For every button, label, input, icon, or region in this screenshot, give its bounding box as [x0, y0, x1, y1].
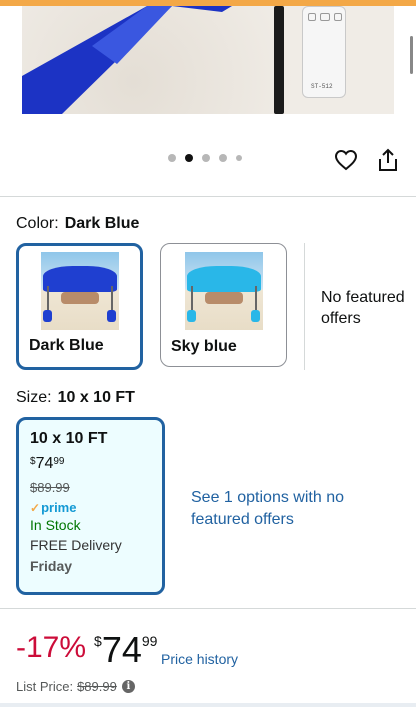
- stock-status: In Stock: [30, 517, 81, 533]
- canopy-pole: [274, 6, 284, 114]
- sandbag-shape: [107, 310, 116, 322]
- gallery-dot[interactable]: [168, 154, 176, 162]
- size-option-list-price: $89.99: [30, 480, 70, 495]
- size-selected-value: 10 x 10 FT: [57, 389, 135, 406]
- remote-button: [320, 13, 330, 21]
- remote-label: ST-512: [311, 83, 333, 90]
- color-option-label: Sky blue: [171, 338, 237, 355]
- color-option-label: Dark Blue: [29, 337, 104, 354]
- people-shape: [61, 292, 99, 304]
- canopy-shape: [43, 266, 117, 292]
- gallery-dot[interactable]: [236, 155, 242, 161]
- price-fraction: 99: [53, 456, 65, 467]
- sandbag-shape: [187, 310, 196, 322]
- price-whole: 74: [35, 455, 54, 472]
- sandbag-shape: [251, 310, 260, 322]
- color-option-sky-blue[interactable]: Sky blue: [160, 243, 287, 367]
- color-thumbnail: [185, 252, 263, 330]
- main-price: -17% $ 74 99: [16, 630, 157, 670]
- list-price-label: List Price:: [16, 679, 74, 694]
- prime-check-icon: ✓: [30, 500, 41, 515]
- color-option-dark-blue[interactable]: Dark Blue: [16, 243, 143, 370]
- gallery-dot[interactable]: [202, 154, 210, 162]
- discount-percent: -17%: [16, 631, 87, 664]
- prime-badge: ✓ prime: [30, 500, 151, 515]
- price-history-link[interactable]: Price history: [161, 651, 238, 667]
- delivery-day: Friday: [30, 558, 73, 574]
- list-price-value: $89.99: [77, 679, 117, 694]
- vertical-divider: [304, 243, 305, 370]
- gallery-dot[interactable]: [219, 154, 227, 162]
- info-icon[interactable]: i: [121, 680, 135, 693]
- size-option-10x10[interactable]: 10 x 10 FT $ 74 99 $89.99 ✓ prime In Stoc…: [16, 417, 165, 595]
- size-label: Size:: [16, 389, 52, 406]
- gallery-dots[interactable]: [168, 154, 242, 162]
- color-selected-value: Dark Blue: [64, 215, 140, 232]
- size-option-price: $ 74 99: [30, 455, 151, 473]
- size-option-label: 10 x 10 FT: [30, 430, 108, 447]
- prime-label: prime: [41, 500, 77, 515]
- bottom-strip: [0, 703, 416, 707]
- share-icon[interactable]: [377, 148, 399, 172]
- product-image[interactable]: ST-512: [22, 6, 394, 114]
- no-featured-offers-text: No featured offers: [321, 289, 405, 327]
- list-price: List Price: $89.99 i: [16, 679, 135, 694]
- sandbag-shape: [43, 310, 52, 322]
- color-label: Color:: [16, 215, 59, 232]
- heart-icon[interactable]: [334, 148, 358, 172]
- price-fraction: 99: [141, 633, 158, 649]
- color-thumbnail: [41, 252, 119, 330]
- delivery-text: FREE Delivery: [30, 537, 122, 553]
- scrollbar[interactable]: [410, 36, 413, 74]
- size-heading: Size: 10 x 10 FT: [16, 389, 135, 407]
- people-shape: [205, 292, 243, 304]
- remote-image: ST-512: [302, 6, 346, 98]
- price-symbol: $: [94, 633, 102, 649]
- see-options-link[interactable]: See 1 options with no featured offers: [191, 487, 351, 531]
- divider: [0, 196, 416, 197]
- price-whole: 74: [101, 629, 142, 670]
- gallery-dot-active[interactable]: [185, 154, 193, 162]
- canopy-shape: [187, 266, 261, 292]
- color-heading: Color: Dark Blue: [16, 215, 139, 233]
- remote-button: [334, 13, 342, 21]
- divider: [0, 608, 416, 609]
- remote-button: [308, 13, 316, 21]
